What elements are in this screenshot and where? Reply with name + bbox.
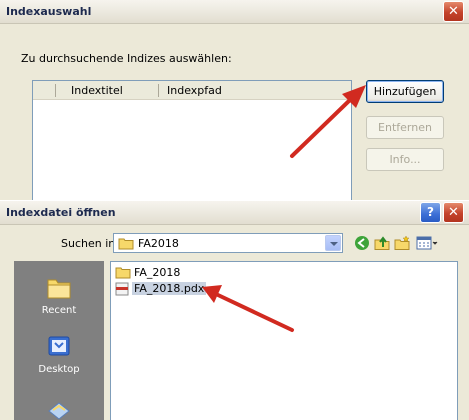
place-recent[interactable]: Recent <box>14 275 104 316</box>
file-name: FA_2018.pdx <box>132 282 207 295</box>
folder-icon <box>115 267 131 279</box>
place-documents[interactable] <box>14 397 104 420</box>
column-separator[interactable] <box>55 84 56 97</box>
add-button[interactable]: Hinzufügen <box>366 80 444 103</box>
recent-folder-icon <box>47 279 71 299</box>
index-dialog-title: Indexauswahl <box>6 5 92 18</box>
remove-button[interactable]: Entfernen <box>366 116 444 139</box>
pdx-file-icon <box>115 282 129 296</box>
place-label: Desktop <box>38 364 80 375</box>
file-list[interactable]: FA_2018 FA_2018.pdx <box>110 261 458 420</box>
info-button[interactable]: Info... <box>366 148 444 171</box>
place-label: Recent <box>41 305 77 316</box>
close-icon[interactable]: ✕ <box>443 1 464 22</box>
view-menu-icon[interactable] <box>416 235 438 251</box>
place-desktop[interactable]: Desktop <box>14 334 104 375</box>
desktop-icon <box>48 336 70 356</box>
open-index-file-dialog: Indexdatei öffnen ? ✕ Suchen in: FA2018 <box>0 200 469 420</box>
index-list[interactable]: Indextitel Indexpfad <box>32 80 352 202</box>
documents-icon <box>48 402 70 420</box>
open-dialog-title: Indexdatei öffnen <box>6 206 116 219</box>
up-folder-icon[interactable] <box>374 235 390 251</box>
index-selection-dialog: Indexauswahl ✕ Zu durchsuchende Indizes … <box>0 0 469 202</box>
back-icon[interactable] <box>354 235 370 251</box>
folder-icon <box>118 238 134 250</box>
column-header-indexpfad[interactable]: Indexpfad <box>167 84 222 97</box>
column-separator[interactable] <box>158 84 159 97</box>
index-dialog-titlebar: Indexauswahl ✕ <box>0 0 469 24</box>
new-folder-icon[interactable] <box>394 235 410 251</box>
file-name: FA_2018 <box>134 266 181 279</box>
look-in-dropdown[interactable]: FA2018 <box>113 233 343 253</box>
open-dialog-titlebar: Indexdatei öffnen ? ✕ <box>0 201 469 225</box>
places-bar: Recent Desktop <box>14 261 104 420</box>
help-icon[interactable]: ? <box>420 202 441 223</box>
chevron-down-icon[interactable] <box>325 235 341 251</box>
column-header-indextitel[interactable]: Indextitel <box>71 84 123 97</box>
look-in-label: Suchen in: <box>61 237 119 250</box>
index-instruction: Zu durchsuchende Indizes auswählen: <box>21 52 232 65</box>
look-in-value: FA2018 <box>138 237 179 250</box>
close-icon[interactable]: ✕ <box>443 202 464 223</box>
index-list-header: Indextitel Indexpfad <box>33 81 351 100</box>
